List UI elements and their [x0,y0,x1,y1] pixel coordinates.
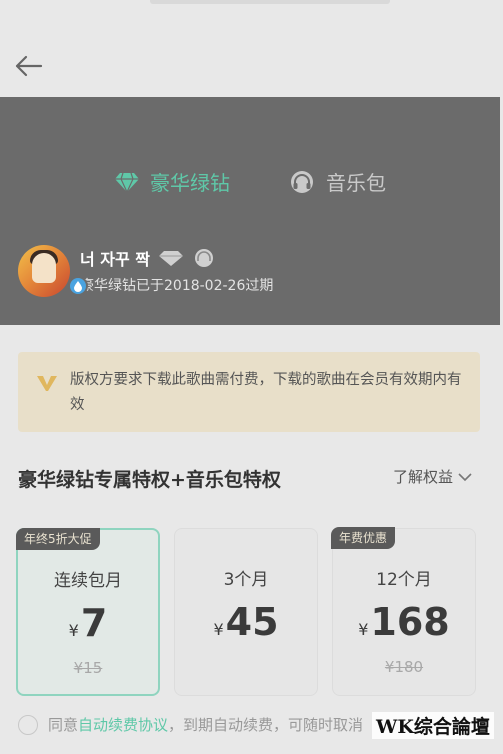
original-price: ¥15 [73,659,103,677]
headphones-icon [291,170,313,193]
price-value: 168 [370,600,450,644]
auto-renew-link[interactable]: 自动续费协议 [78,716,168,734]
vip-tabs: 豪华绿钻 音乐包 [0,167,500,196]
arrow-left-icon [15,55,43,77]
agree-suffix: ，到期自动续费，可随时取消 [168,716,364,734]
currency-symbol: ¥ [68,621,79,640]
user-name-line: 너 자꾸 짝 [80,247,273,269]
plan-name: 连续包月 [54,571,122,591]
forum-watermark: WK综合論壇 [372,712,494,739]
currency-symbol: ¥ [213,620,224,639]
plan-name: 12个月 [376,570,432,590]
tab-deluxe-green-diamond[interactable]: 豪华绿钻 [114,167,230,196]
plan-price: ¥45 [175,600,317,652]
section-title: 豪华绿钻专属特权+音乐包特权 [18,469,281,491]
avatar [18,245,70,297]
notice-text: 版权方要求下载此歌曲需付费，下载的歌曲在会员有效期内有效 [70,372,462,413]
agree-prefix: 同意 [48,716,79,734]
learn-more-label: 了解权益 [393,468,454,486]
back-button[interactable] [8,46,48,86]
plan-list: 年终5折大促 连续包月 ¥7 ¥15 3个月 ¥45 年费优惠 12个月 ¥16… [16,527,486,698]
tab-label: 音乐包 [326,171,386,195]
diamond-icon [115,172,139,193]
avatar-badge [68,276,88,296]
tab-label: 豪华绿钻 [150,171,230,195]
vip-v-icon [37,376,57,391]
top-bar [0,0,503,97]
learn-more-link[interactable]: 了解权益 [393,466,473,487]
music-pack-badge-icon [195,249,214,267]
plan-tag: 年费优惠 [331,527,396,549]
copyright-notice: 版权方要求下载此歌曲需付费，下载的歌曲在会员有效期内有效 [18,352,480,432]
user-profile[interactable]: 너 자꾸 짝 豪华绿钻已于2018-02-26过期 [18,244,273,298]
plan-name: 3个月 [223,570,269,590]
plan-tag: 年终5折大促 [16,528,100,550]
vip-header: 豪华绿钻 音乐包 너 자꾸 짝 豪华绿钻已于2018-02-26过期 [0,97,500,325]
user-info: 너 자꾸 짝 豪华绿钻已于2018-02-26过期 [80,247,273,295]
tab-music-pack[interactable]: 音乐包 [288,167,386,196]
auto-renew-agreement: 同意自动续费协议，到期自动续费，可随时取消 [18,714,363,735]
agree-radio[interactable] [18,714,38,735]
plan-card-12-months[interactable]: 年费优惠 12个月 ¥168 ¥180 [331,527,476,696]
plan-price: ¥168 [333,600,475,652]
username: 너 자꾸 짝 [80,250,151,269]
status-grip [150,0,390,4]
currency-symbol: ¥ [358,620,369,639]
plan-card-3-months[interactable]: 3个月 ¥45 [174,528,318,696]
avatar-figure [32,253,56,283]
price-value: 7 [80,601,108,645]
original-price: ¥180 [384,658,424,676]
drop-icon [74,281,82,292]
vip-expiry-text: 豪华绿钻已于2018-02-26过期 [80,278,274,294]
agree-text: 同意自动续费协议，到期自动续费，可随时取消 [48,714,363,735]
plan-card-monthly[interactable]: 年终5折大促 连续包月 ¥7 ¥15 [16,528,160,696]
chevron-down-icon [458,472,472,481]
diamond-badge-icon [159,251,184,266]
price-value: 45 [225,600,279,644]
plan-price: ¥7 [18,601,158,653]
